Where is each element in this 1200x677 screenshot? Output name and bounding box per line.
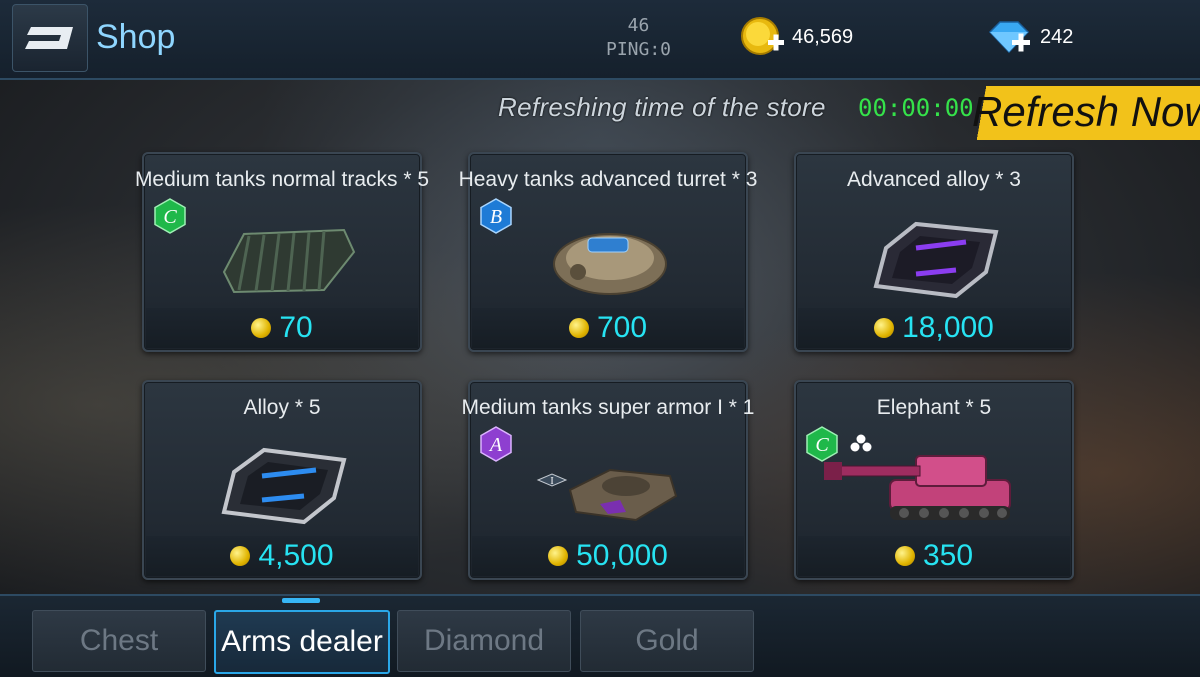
item-price: 700 [596,311,648,344]
gold-coin-icon [230,546,251,566]
refresh-label: Refreshing time of the store [498,92,826,122]
item-name: Advanced alloy * 3 [847,168,1021,191]
gold-coin-icon [548,546,569,566]
gold-coin-icon [874,318,895,338]
refresh-now-label: Refresh Now [972,88,1200,135]
page-title: Shop [96,18,176,56]
alloy-icon [221,447,347,525]
gold-coin-icon [251,318,272,338]
price-bar: 350 [798,536,1070,576]
tier-badge-icon: I [536,473,568,487]
price-bar: 18,000 [798,308,1070,348]
diamond-amount: 242 [1040,25,1074,48]
gold-coin-icon [894,546,915,566]
item-name: Alloy * 5 [243,396,321,419]
shop-item-card[interactable]: Heavy tanks advanced turret * 3 B 700 [459,152,757,352]
svg-text:A: A [488,434,503,456]
active-tab-indicator [282,598,320,603]
ping-label: PING:0 [606,39,672,60]
refresh-timer: 00:00:00 [858,94,974,122]
diamond-currency[interactable]: 242 [986,18,1073,56]
item-name: Medium tanks super armor I * 1 [461,396,755,419]
item-price: 50,000 [576,539,668,572]
shop-item-card[interactable]: Medium tanks super armor I * 1 A I 50,00… [462,380,754,580]
grade-c-badge-icon: C [154,198,186,234]
gold-currency[interactable]: 46,569 [740,16,853,58]
ping-value: 46 [627,15,650,36]
tab-diamond[interactable]: Diamond [397,610,571,672]
tank-tracks-icon [222,228,356,294]
shop-item-card[interactable]: Medium tanks normal tracks * 5 C 70 [135,152,429,352]
advanced-alloy-icon [873,221,999,299]
gold-amount: 46,569 [792,25,854,48]
price-bar: 70 [146,308,418,348]
item-name: Heavy tanks advanced turret * 3 [458,168,758,191]
tab-arms-dealer[interactable]: Arms dealer [214,610,390,674]
svg-text:C: C [163,206,177,228]
item-price: 18,000 [902,311,994,344]
tank-armor-icon: I [536,468,678,522]
diamond-add-icon [988,21,1030,54]
back-button[interactable] [12,4,88,72]
price-bar: 4,500 [146,536,418,576]
elephant-tank-icon [824,455,1011,520]
item-price: 70 [279,311,313,344]
shop-item-card[interactable]: Elephant * 5 C 350 [794,380,1074,580]
top-bar: Shop 46 PING:0 46,569 242 [0,0,1200,80]
item-price: 4,500 [258,539,334,572]
back-arrow-icon [25,27,73,49]
svg-text:B: B [490,206,502,228]
svg-text:I: I [550,476,553,487]
shop-item-card[interactable]: Alloy * 5 4,500 [142,380,422,580]
item-price: 350 [922,539,974,572]
tank-turret-icon [553,233,667,295]
shop-tab-bar: Chest Arms dealer Diamond Gold [0,594,1200,677]
price-bar: 50,000 [472,536,744,576]
tab-chest[interactable]: Chest [32,610,206,672]
item-name: Elephant * 5 [876,396,992,419]
grade-b-badge-icon: B [480,198,512,234]
gold-coin-icon [568,318,589,338]
refresh-now-button[interactable]: Refresh Now [972,86,1200,140]
grade-a-badge-icon: A [480,426,512,462]
shop-item-card[interactable]: Advanced alloy * 3 18,000 [794,152,1074,352]
gold-coin-add-icon [741,17,784,55]
item-name: Medium tanks normal tracks * 5 [134,168,430,191]
price-bar: 700 [472,308,744,348]
ping-display: 46 PING:0 [606,14,671,62]
tab-gold[interactable]: Gold [580,610,754,672]
